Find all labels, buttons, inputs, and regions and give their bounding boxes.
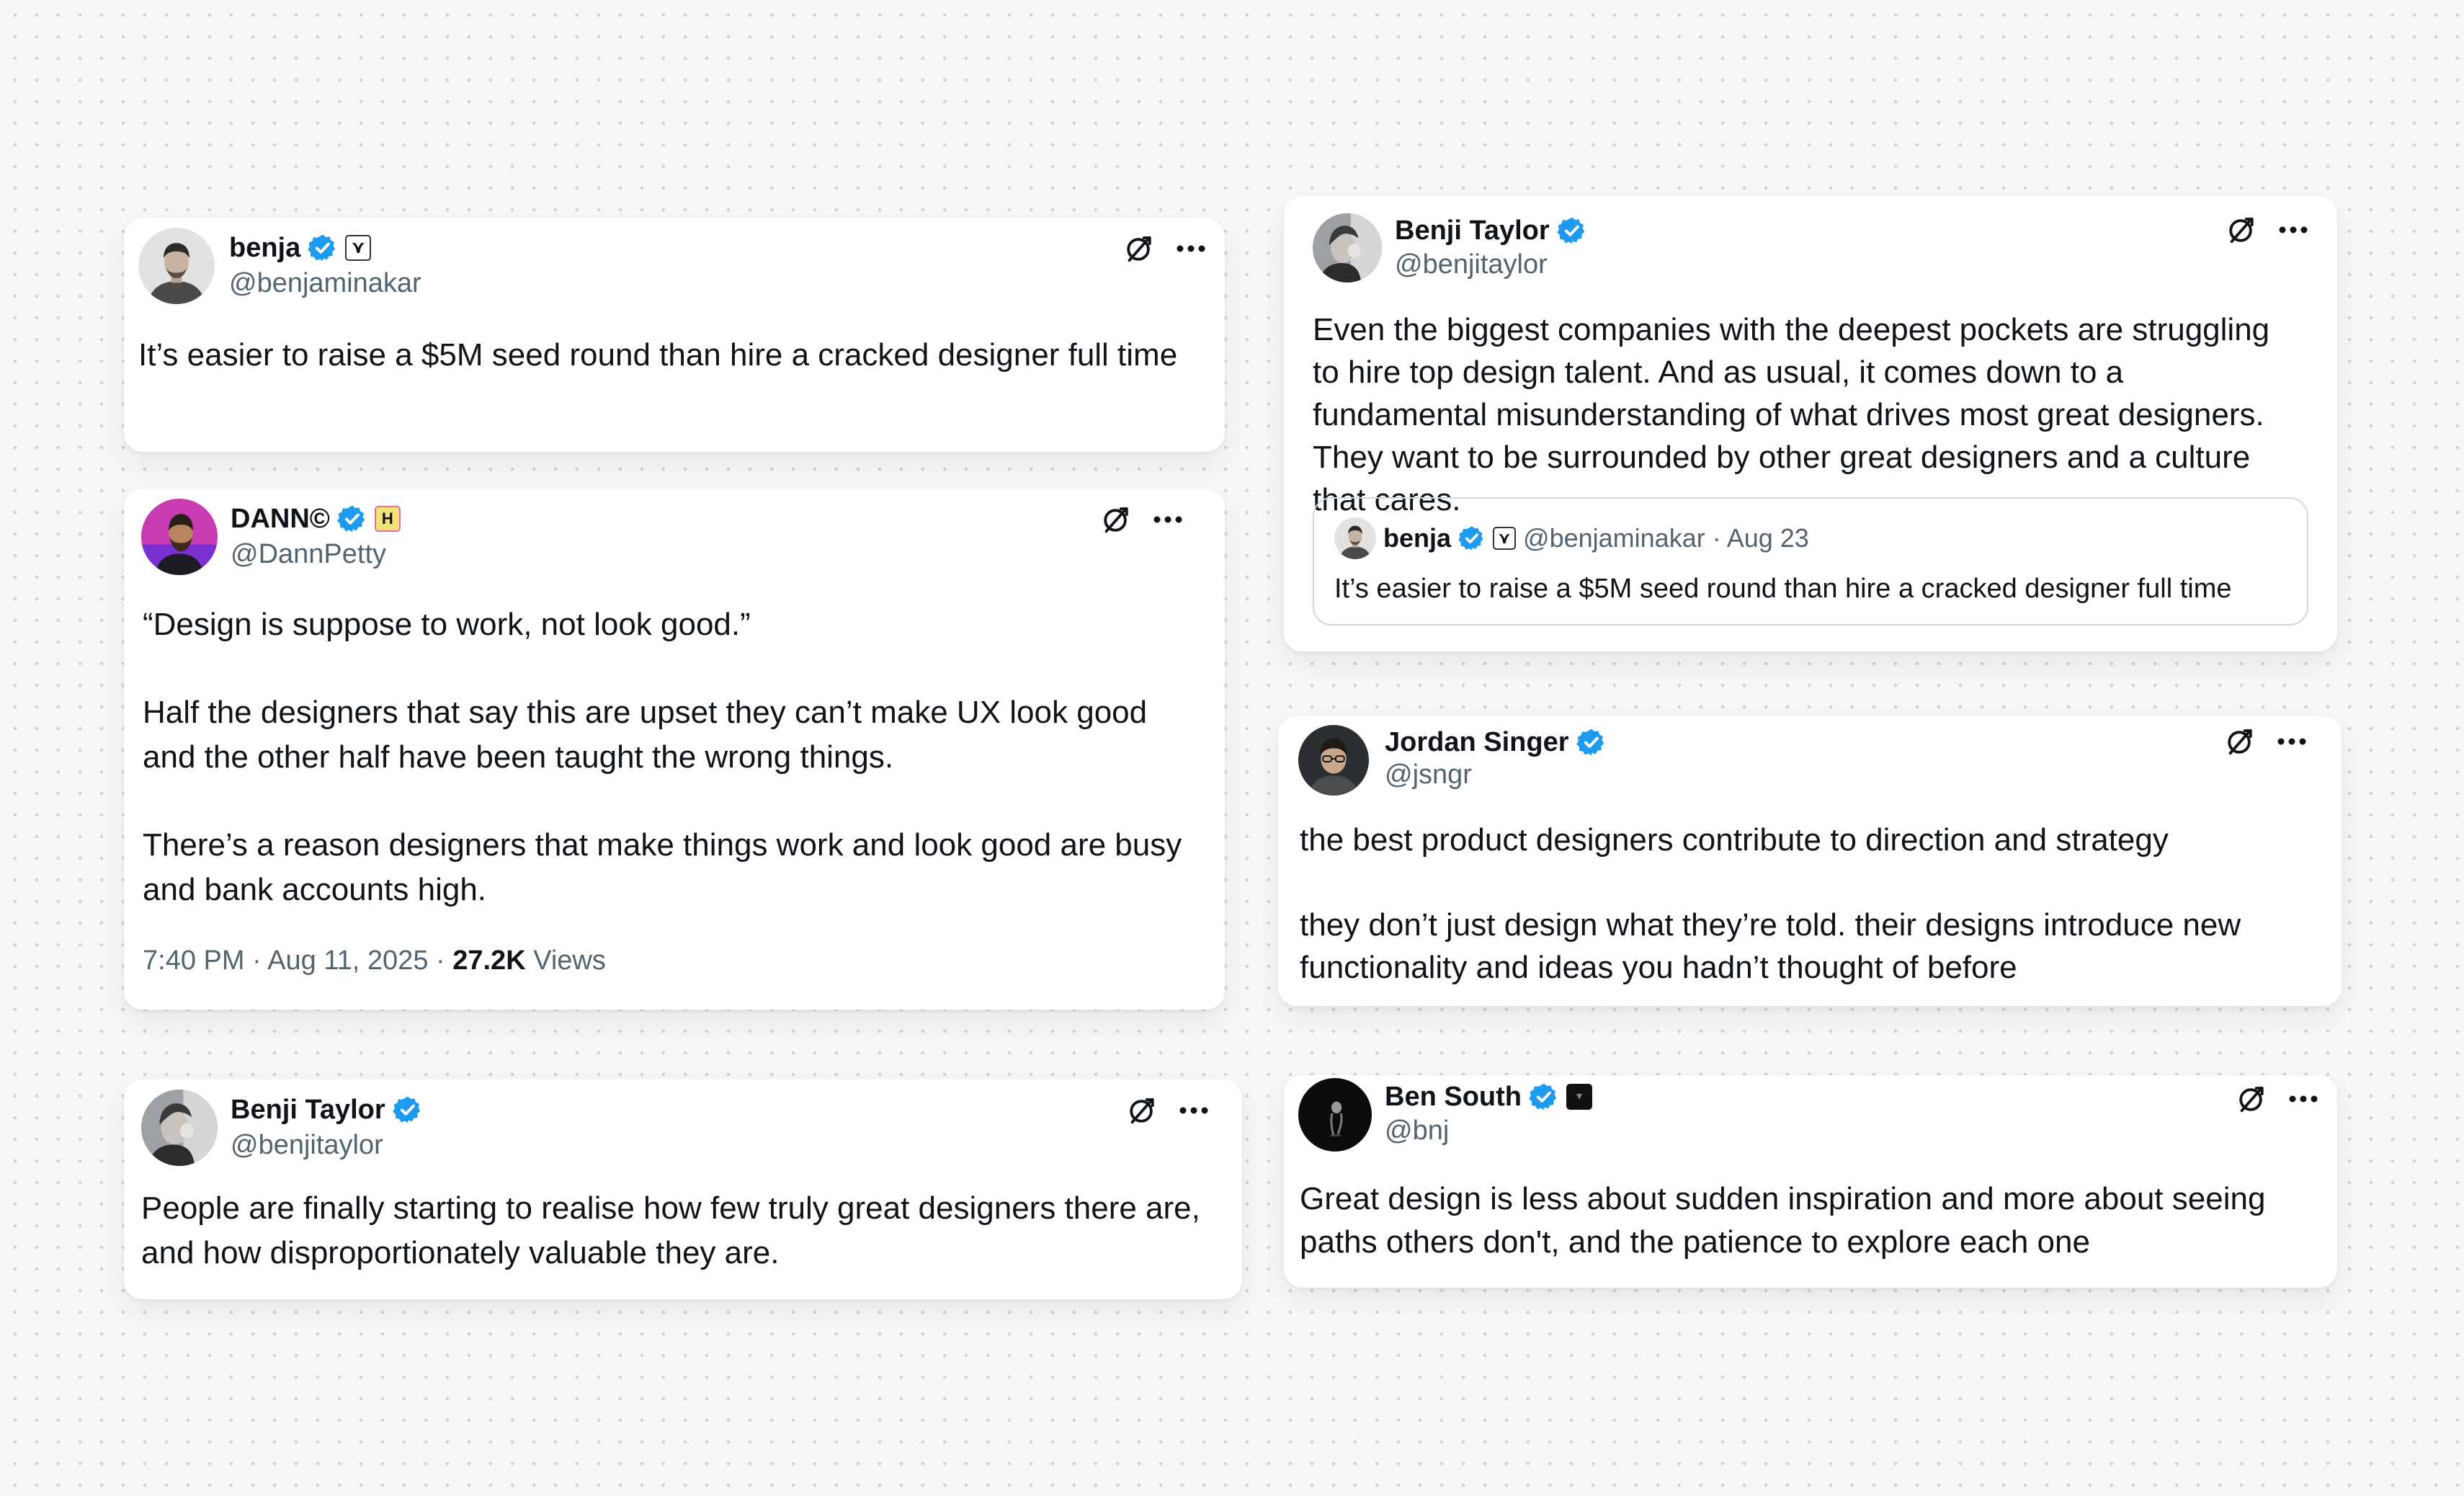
avatar[interactable]: [1298, 725, 1369, 796]
quoted-author-handle[interactable]: @benjaminakar: [1523, 523, 1705, 553]
tweet-text: “Design is suppose to work, not look goo…: [143, 602, 1196, 912]
tweet-text: Great design is less about sudden inspir…: [1300, 1177, 2308, 1264]
verified-badge-icon: [337, 504, 367, 534]
quoted-author-name[interactable]: benja: [1383, 523, 1451, 553]
tweet-collage: { "colors": { "verified": "#1d9bf0", "te…: [0, 0, 2464, 1496]
grok-icon[interactable]: [2223, 725, 2257, 758]
author-handle[interactable]: @jsngr: [1385, 760, 1472, 791]
tweet-paragraph: Great design is less about sudden inspir…: [1300, 1181, 2275, 1260]
quoted-avatar[interactable]: [1334, 517, 1376, 559]
tweet-paragraph: It’s easier to raise a $5M seed round th…: [138, 337, 1178, 373]
tweet-card[interactable]: DANN© H @DannPetty “Design is suppose to…: [124, 489, 1225, 1010]
author-name[interactable]: Ben South: [1385, 1082, 1522, 1113]
grok-icon[interactable]: [1122, 232, 1156, 265]
avatar[interactable]: [138, 228, 215, 304]
more-options-icon[interactable]: [1179, 1106, 1209, 1115]
avatar[interactable]: [1298, 1078, 1372, 1152]
more-options-icon[interactable]: [2277, 737, 2307, 746]
x-affiliate-icon[interactable]: ⋎: [1493, 527, 1517, 550]
grok-icon[interactable]: [2225, 213, 2258, 246]
author-name[interactable]: Benji Taylor: [1395, 215, 1550, 246]
author-handle[interactable]: @DannPetty: [231, 539, 386, 570]
author-name[interactable]: Jordan Singer: [1385, 727, 1569, 758]
more-options-icon[interactable]: [2278, 226, 2308, 234]
author-handle[interactable]: @bnj: [1385, 1116, 1449, 1147]
author-name[interactable]: benja: [229, 233, 300, 264]
tweet-text: It’s easier to raise a $5M seed round th…: [138, 333, 1196, 378]
author-handle[interactable]: @benjitaylor: [1395, 249, 1548, 280]
tweet-paragraph: “Design is suppose to work, not look goo…: [143, 607, 751, 642]
tweet-card[interactable]: Benji Taylor @benjitaylor People are fin…: [124, 1079, 1242, 1299]
tweet-paragraph: Even the biggest companies with the deep…: [1313, 312, 2279, 517]
verified-badge-icon: [1458, 525, 1486, 552]
avatar[interactable]: [141, 499, 218, 575]
tweet-timestamp[interactable]: 7:40 PM · Aug 11, 2025 ·: [143, 945, 452, 976]
verified-badge-icon: [308, 233, 338, 263]
grok-icon[interactable]: [1125, 1094, 1159, 1127]
tweet-paragraph: People are finally starting to realise h…: [141, 1190, 1210, 1270]
views-label: Views: [525, 945, 606, 976]
dark-affiliate-icon[interactable]: ▾: [1566, 1084, 1592, 1110]
verified-badge-icon: [1576, 727, 1607, 757]
tweet-text: the best product designers contribute to…: [1300, 819, 2313, 989]
h-affiliate-icon[interactable]: H: [374, 506, 401, 532]
author-handle[interactable]: @benjitaylor: [231, 1130, 383, 1161]
tweet-text: Even the biggest companies with the deep…: [1313, 308, 2297, 521]
quoted-tweet[interactable]: benja ⋎ @benjaminakar · Aug 23 It’s easi…: [1313, 497, 2308, 625]
more-options-icon[interactable]: [1176, 244, 1206, 253]
tweet-paragraph: There’s a reason designers that make thi…: [143, 827, 1191, 907]
grok-icon[interactable]: [2235, 1082, 2268, 1116]
grok-icon[interactable]: [1099, 503, 1133, 536]
tweet-card[interactable]: Benji Taylor @benjitaylor Even the bigge…: [1284, 196, 2337, 651]
verified-badge-icon: [1529, 1082, 1559, 1112]
quoted-text: It’s easier to raise a $5M seed round th…: [1334, 574, 2232, 604]
verified-badge-icon: [1557, 215, 1587, 246]
tweet-card[interactable]: benja ⋎ @benjaminakar It’s easier to rai…: [124, 218, 1225, 452]
x-affiliate-icon[interactable]: ⋎: [345, 235, 372, 261]
tweet-paragraph: Half the designers that say this are ups…: [143, 695, 1156, 775]
author-handle[interactable]: @benjaminakar: [229, 268, 421, 299]
tweet-paragraph: they don’t just design what they’re told…: [1300, 907, 2250, 985]
tweet-text: People are finally starting to realise h…: [141, 1186, 1213, 1275]
avatar[interactable]: [141, 1090, 218, 1166]
views-count: 27.2K: [452, 945, 526, 976]
tweet-card[interactable]: Ben South ▾ @bnj Great design is less ab…: [1284, 1075, 2337, 1288]
avatar[interactable]: [1313, 213, 1382, 282]
author-name[interactable]: DANN©: [231, 504, 330, 535]
more-options-icon[interactable]: [2288, 1095, 2318, 1103]
tweet-paragraph: the best product designers contribute to…: [1300, 822, 2169, 858]
author-name[interactable]: Benji Taylor: [231, 1095, 385, 1126]
more-options-icon[interactable]: [1153, 515, 1183, 524]
quoted-date: · Aug 23: [1712, 523, 1809, 553]
verified-badge-icon: [393, 1095, 423, 1125]
tweet-card[interactable]: Jordan Singer @jsngr the best product de…: [1278, 716, 2342, 1006]
tweet-meta: 7:40 PM · Aug 11, 2025 · 27.2K Views: [143, 945, 606, 976]
